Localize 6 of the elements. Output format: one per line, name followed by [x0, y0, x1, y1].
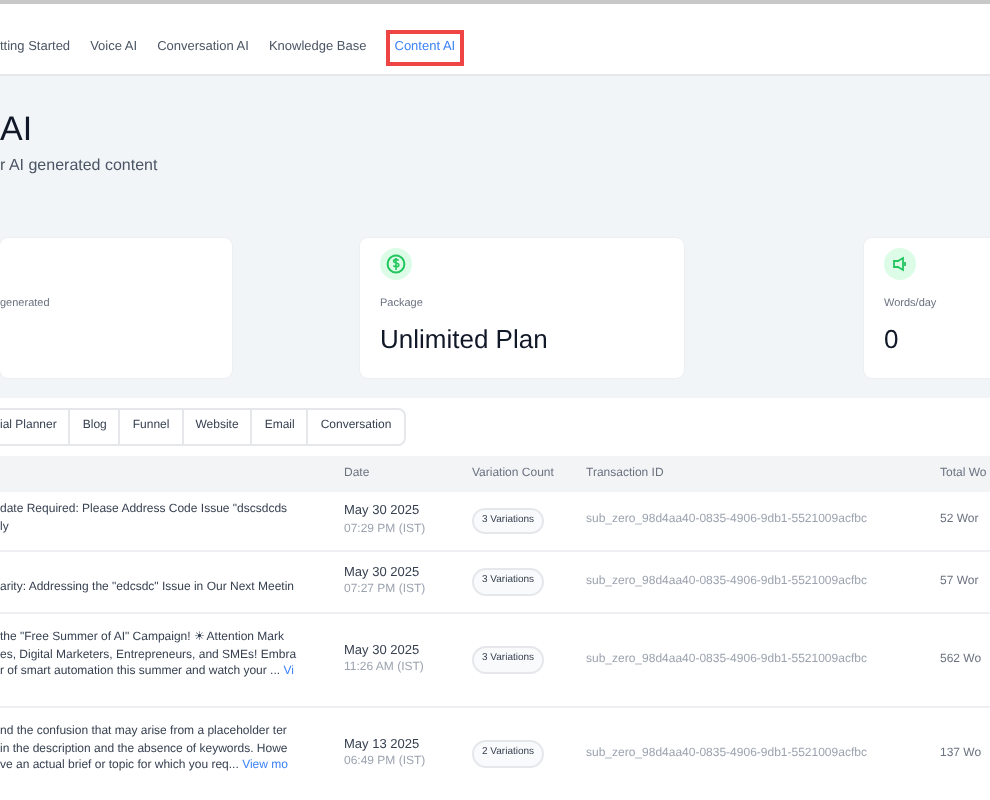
- stat-value: 0: [884, 322, 901, 359]
- dollar-icon: [380, 248, 412, 280]
- megaphone-icon: [884, 248, 916, 280]
- stat-value: Unlimited Plan: [380, 322, 550, 359]
- page-title: AI: [0, 110, 35, 150]
- page-subtitle: r AI generated content: [0, 154, 160, 178]
